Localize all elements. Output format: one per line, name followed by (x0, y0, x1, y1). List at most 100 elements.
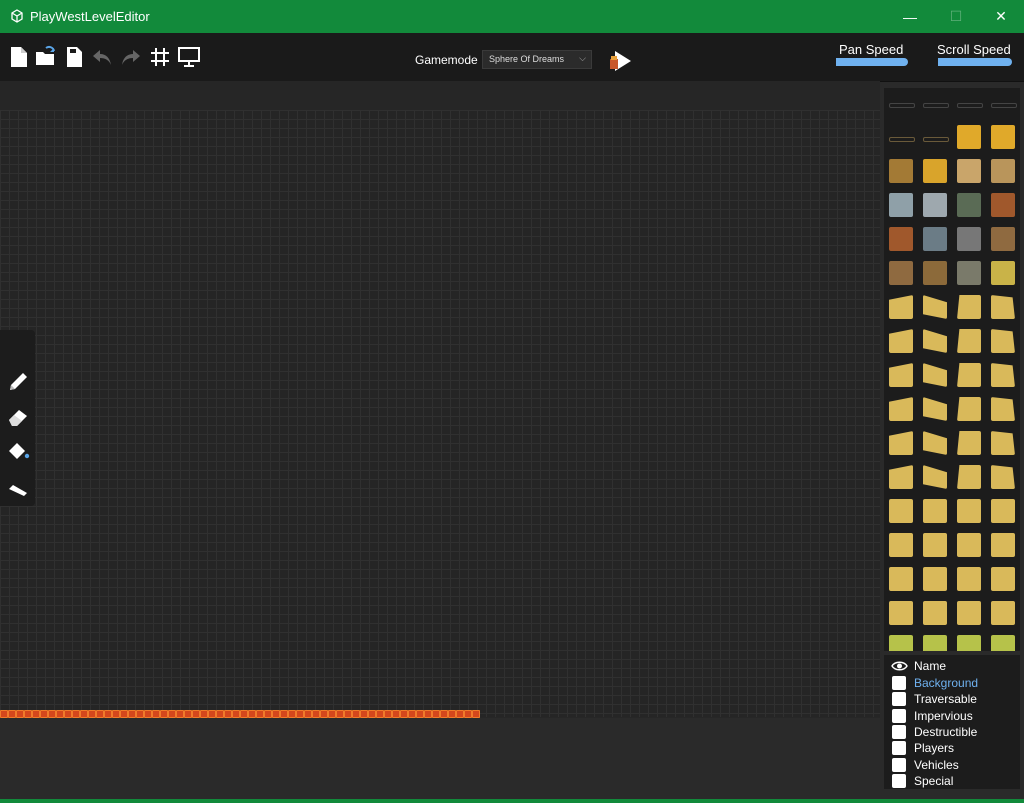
palette-tile[interactable] (923, 499, 947, 523)
palette-tile[interactable] (923, 137, 949, 142)
palette-tile[interactable] (923, 601, 947, 625)
palette-tile[interactable] (923, 103, 949, 108)
open-file-icon[interactable] (34, 45, 58, 69)
layer-row[interactable]: Players (884, 740, 1020, 756)
palette-tile[interactable] (889, 329, 913, 353)
layer-checkbox[interactable] (892, 773, 906, 788)
palette-tile[interactable] (957, 125, 981, 149)
palette-tile[interactable] (957, 567, 981, 591)
palette-tile[interactable] (957, 193, 981, 217)
redo-icon[interactable] (119, 45, 143, 69)
palette-tile[interactable] (889, 499, 913, 523)
eye-icon[interactable] (891, 659, 908, 673)
palette-tile[interactable] (923, 567, 947, 591)
palette-tile[interactable] (889, 103, 915, 108)
palette-tile[interactable] (957, 601, 981, 625)
pencil-icon[interactable] (6, 370, 30, 394)
fill-bucket-icon[interactable] (6, 440, 30, 464)
palette-tile[interactable] (991, 431, 1015, 455)
palette-tile[interactable] (923, 465, 947, 489)
tile-grid[interactable] (0, 110, 880, 717)
palette-tile[interactable] (957, 635, 981, 651)
palette-tile[interactable] (957, 533, 981, 557)
palette-tile[interactable] (889, 159, 913, 183)
layer-checkbox[interactable] (892, 741, 906, 756)
minimize-button[interactable]: — (887, 0, 933, 33)
eraser-icon[interactable] (6, 405, 30, 429)
palette-tile[interactable] (889, 397, 913, 421)
gamemode-dropdown[interactable]: Sphere Of Dreams ⌵ (482, 50, 592, 69)
palette-tile[interactable] (923, 431, 947, 455)
level-canvas[interactable] (0, 81, 880, 718)
palette-tile[interactable] (923, 363, 947, 387)
layer-row[interactable]: Special (884, 773, 1020, 789)
palette-tile[interactable] (889, 567, 913, 591)
palette-tile[interactable] (957, 499, 981, 523)
palette-tile[interactable] (923, 159, 947, 183)
layer-checkbox[interactable] (892, 757, 906, 772)
palette-tile[interactable] (991, 329, 1015, 353)
palette-tile[interactable] (889, 431, 913, 455)
layer-row[interactable]: Impervious (884, 708, 1020, 724)
palette-tile[interactable] (991, 125, 1015, 149)
palette-tile[interactable] (991, 397, 1015, 421)
palette-tile[interactable] (957, 329, 981, 353)
palette-tile[interactable] (923, 397, 947, 421)
layer-checkbox[interactable] (892, 676, 906, 690)
palette-tile[interactable] (889, 363, 913, 387)
palette-tile[interactable] (923, 227, 947, 251)
layer-checkbox[interactable] (892, 692, 906, 707)
palette-tile[interactable] (889, 261, 913, 285)
palette-tile[interactable] (889, 533, 913, 557)
line-tool-icon[interactable] (6, 475, 30, 499)
palette-tile[interactable] (923, 295, 947, 319)
palette-tile[interactable] (923, 329, 947, 353)
grid-icon[interactable] (148, 45, 172, 69)
palette-tile[interactable] (957, 159, 981, 183)
layer-row[interactable]: Background (884, 675, 1020, 691)
palette-tile[interactable] (889, 137, 915, 142)
palette-tile[interactable] (957, 465, 981, 489)
palette-tile[interactable] (923, 193, 947, 217)
palette-tile[interactable] (923, 533, 947, 557)
palette-tile[interactable] (991, 295, 1015, 319)
palette-tile[interactable] (957, 227, 981, 251)
layer-row[interactable]: Vehicles (884, 757, 1020, 773)
palette-tile[interactable] (957, 363, 981, 387)
palette-tile[interactable] (957, 431, 981, 455)
monitor-icon[interactable] (177, 45, 201, 69)
new-file-icon[interactable] (7, 45, 31, 69)
palette-tile[interactable] (957, 295, 981, 319)
palette-tile[interactable] (991, 465, 1015, 489)
undo-icon[interactable] (90, 45, 114, 69)
layer-checkbox[interactable] (892, 724, 906, 739)
palette-tile[interactable] (991, 261, 1015, 285)
palette-tile[interactable] (991, 103, 1017, 108)
palette-tile[interactable] (889, 465, 913, 489)
pan-speed-slider[interactable] (836, 58, 908, 66)
palette-tile[interactable] (889, 635, 913, 651)
palette-tile[interactable] (991, 601, 1015, 625)
close-button[interactable]: ✕ (978, 0, 1024, 33)
tile-palette[interactable] (884, 88, 1020, 651)
palette-tile[interactable] (991, 635, 1015, 651)
palette-tile[interactable] (957, 261, 981, 285)
save-file-icon[interactable] (62, 45, 86, 69)
palette-tile[interactable] (991, 193, 1015, 217)
palette-tile[interactable] (991, 533, 1015, 557)
palette-tile[interactable] (889, 295, 913, 319)
palette-tile[interactable] (991, 159, 1015, 183)
palette-tile[interactable] (991, 227, 1015, 251)
palette-tile[interactable] (991, 363, 1015, 387)
palette-tile[interactable] (957, 397, 981, 421)
layer-checkbox[interactable] (892, 708, 906, 723)
play-test-button[interactable] (606, 48, 634, 74)
palette-tile[interactable] (889, 601, 913, 625)
palette-tile[interactable] (889, 193, 913, 217)
layer-row[interactable]: Destructible (884, 724, 1020, 740)
palette-tile[interactable] (889, 227, 913, 251)
palette-tile[interactable] (923, 635, 947, 651)
maximize-button[interactable]: ☐ (933, 0, 979, 33)
palette-tile[interactable] (991, 499, 1015, 523)
palette-tile[interactable] (957, 103, 983, 108)
